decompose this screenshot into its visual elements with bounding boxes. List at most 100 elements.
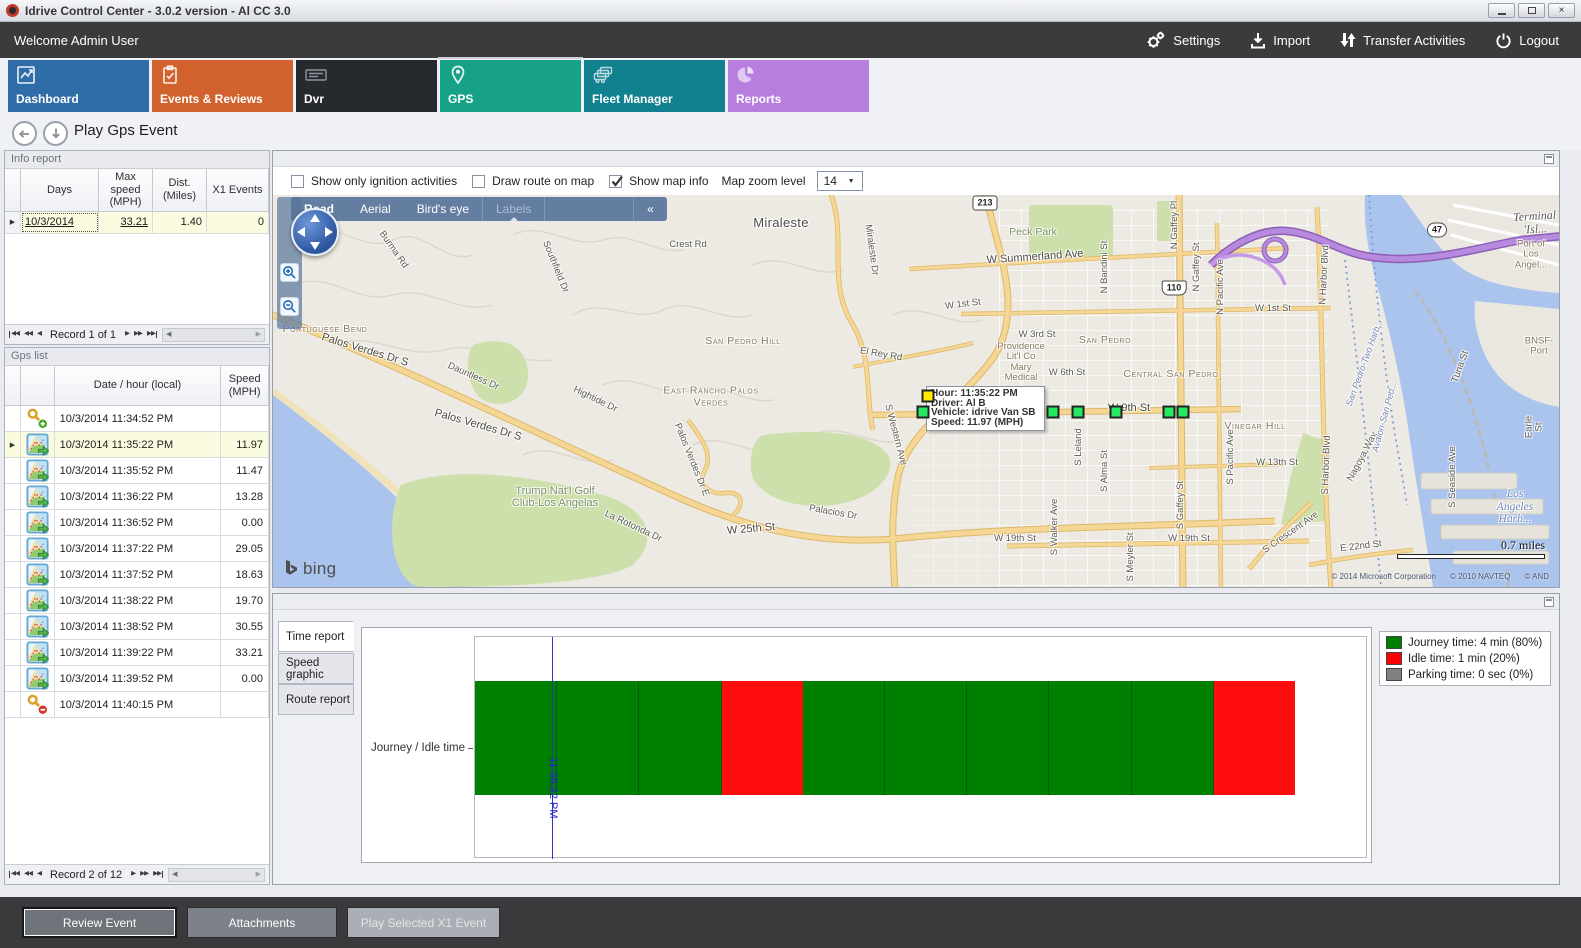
review-event-button[interactable]: Review Event [22, 907, 177, 938]
nav-next-icon[interactable]: ▶ [125, 331, 129, 338]
days-link[interactable]: 10/3/2014 [25, 216, 74, 228]
time-report-panel: Time report Speed graphic Route report J… [272, 593, 1560, 885]
gps-list-row[interactable]: ▶ 10/3/2014 11:37:52 PM 18.63 [5, 562, 269, 588]
zoom-out-button[interactable] [280, 297, 299, 316]
column-header-days[interactable]: Days [21, 169, 99, 211]
gps-speed: 33.21 [221, 640, 269, 665]
map-canvas[interactable]: Burma RdSouthfield DrCrest RdMiralesteMi… [273, 195, 1559, 587]
route-marker[interactable] [1072, 406, 1085, 419]
nav-next-page-icon[interactable]: ▶▶ [134, 331, 142, 338]
tab-events-reviews[interactable]: Events & Reviews [152, 60, 293, 112]
route-marker[interactable] [1163, 406, 1176, 419]
import-label: Import [1273, 33, 1310, 48]
map-view-aerial[interactable]: Aerial [347, 197, 404, 221]
column-header-speed[interactable]: Speed (MPH) [221, 366, 269, 405]
tab-time-report[interactable]: Time report [278, 621, 354, 652]
pan-down-icon[interactable] [310, 242, 320, 250]
nav-first-icon[interactable]: ◀◀ [9, 871, 19, 878]
logout-label: Logout [1519, 33, 1559, 48]
pie-chart-icon [736, 65, 756, 85]
checkbox-ignition-activities[interactable] [291, 175, 304, 188]
pan-right-icon[interactable] [325, 227, 333, 237]
gps-list-row[interactable]: ▶ 10/3/2014 11:40:15 PM [5, 692, 269, 718]
gps-speed: 0.00 [221, 510, 269, 535]
nav-last-icon[interactable]: ▶▶ [153, 871, 163, 878]
nav-next-page-icon[interactable]: ▶▶ [140, 871, 148, 878]
map-bar-collapse-button[interactable]: « [633, 197, 667, 221]
column-header-dist[interactable]: Dist. (Miles) [153, 169, 207, 211]
gps-point-icon [26, 641, 49, 664]
logout-button[interactable]: Logout [1495, 32, 1559, 49]
gps-list-row[interactable]: ▶ 10/3/2014 11:38:52 PM 30.55 [5, 614, 269, 640]
gps-point-icon [26, 563, 49, 586]
nav-prev-icon[interactable]: ◀ [37, 871, 41, 878]
attachments-button[interactable]: Attachments [187, 907, 337, 938]
close-button[interactable]: × [1548, 3, 1575, 18]
panel-maximize-icon[interactable] [1544, 597, 1554, 607]
zoom-level-dropdown[interactable]: 14 ▼ [817, 171, 863, 191]
route-marker[interactable] [1047, 406, 1060, 419]
legend-item: Parking time: 0 sec (0%) [1386, 668, 1544, 681]
tab-dvr[interactable]: Dvr [296, 60, 437, 112]
minimize-button[interactable] [1488, 3, 1515, 18]
gps-list-row[interactable]: ▶ 10/3/2014 11:35:52 PM 11.47 [5, 458, 269, 484]
gps-list-row[interactable]: ▶ 10/3/2014 11:36:22 PM 13.28 [5, 484, 269, 510]
column-header-max-speed[interactable]: Max speed (MPH) [99, 169, 153, 211]
checkbox-show-map-info[interactable] [609, 175, 622, 188]
tab-dashboard[interactable]: Dashboard [8, 60, 149, 112]
tab-fleet-manager[interactable]: Fleet Manager [584, 60, 725, 112]
legend-label: Parking time: 0 sec (0%) [1408, 669, 1533, 681]
tab-reports[interactable]: Reports [728, 60, 869, 112]
map-label: W 6th St [1049, 368, 1085, 378]
map-copyright: © 2014 Microsoft Corporation© 2010 NAVTE… [1331, 572, 1549, 581]
gps-list-row[interactable]: ▶ 10/3/2014 11:35:22 PM 11.97 [5, 432, 269, 458]
horizontal-scrollbar[interactable]: ◀▶ [162, 328, 265, 342]
import-button[interactable]: Import [1250, 32, 1310, 49]
gps-list-row[interactable]: ▶ 10/3/2014 11:38:22 PM 19.70 [5, 588, 269, 614]
column-header-datetime[interactable]: Date / hour (local) [55, 366, 222, 405]
tab-gps[interactable]: GPS [440, 60, 581, 112]
back-button[interactable] [12, 121, 37, 146]
map-label: Miraleste [753, 216, 808, 230]
nav-prev-icon[interactable]: ◀ [37, 331, 41, 338]
horizontal-scrollbar[interactable]: ◀▶ [168, 868, 265, 882]
column-header-x1-events[interactable]: X1 Events [207, 169, 269, 211]
nav-prev-page-icon[interactable]: ◀◀ [24, 871, 32, 878]
maximize-button[interactable] [1518, 3, 1545, 18]
nav-last-icon[interactable]: ▶▶ [147, 331, 157, 338]
gps-list-row[interactable]: ▶ 10/3/2014 11:34:52 PM [5, 406, 269, 432]
gps-list-row[interactable]: ▶ 10/3/2014 11:39:22 PM 33.21 [5, 640, 269, 666]
route-marker[interactable] [1177, 406, 1190, 419]
collapse-down-button[interactable] [43, 121, 68, 146]
tab-route-report[interactable]: Route report [278, 684, 354, 715]
gps-list-row[interactable]: ▶ 10/3/2014 11:37:22 PM 29.05 [5, 536, 269, 562]
nav-next-icon[interactable]: ▶ [131, 871, 135, 878]
tab-speed-graphic[interactable]: Speed graphic [278, 653, 354, 684]
app-window: Idrive Control Center - 3.0.2 version - … [0, 0, 1581, 948]
legend-item: Journey time: 4 min (80%) [1386, 636, 1544, 649]
route-marker[interactable] [917, 406, 930, 419]
route-marker[interactable] [1110, 406, 1123, 419]
gps-list-row[interactable]: ▶ 10/3/2014 11:39:52 PM 0.00 [5, 666, 269, 692]
panel-maximize-icon[interactable] [1544, 154, 1554, 164]
max-speed-link[interactable]: 33.21 [120, 216, 148, 228]
pan-left-icon[interactable] [297, 227, 305, 237]
zoom-in-button[interactable] [280, 263, 299, 282]
map-pan-compass[interactable] [291, 208, 339, 256]
map-view-birds-eye[interactable]: Bird's eye [404, 197, 482, 221]
play-selected-x1-event-button[interactable]: Play Selected X1 Event [347, 907, 500, 938]
pan-up-icon[interactable] [310, 214, 320, 222]
nav-first-icon[interactable]: ◀◀ [9, 331, 19, 338]
route-marker[interactable] [922, 390, 935, 403]
gps-list-row[interactable]: ▶ 10/3/2014 11:36:52 PM 0.00 [5, 510, 269, 536]
map-terrain [273, 195, 1559, 587]
gps-datetime: 10/3/2014 11:37:22 PM [55, 536, 222, 561]
time-segment [475, 681, 557, 795]
info-table-row[interactable]: ▶ 10/3/2014 33.21 1.40 0 [5, 212, 269, 234]
settings-button[interactable]: Settings [1146, 31, 1220, 49]
transfer-activities-button[interactable]: Transfer Activities [1340, 31, 1465, 49]
nav-prev-page-icon[interactable]: ◀◀ [24, 331, 32, 338]
map-label: Peck Park [1009, 227, 1057, 239]
checkbox-draw-route[interactable] [472, 175, 485, 188]
map-view-labels[interactable]: Labels [482, 197, 545, 221]
